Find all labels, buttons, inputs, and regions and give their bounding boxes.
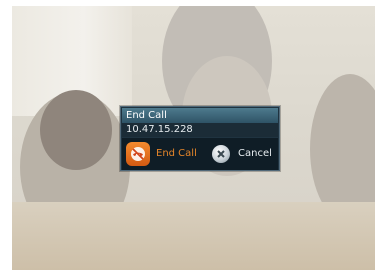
- person-left-hair: [40, 90, 112, 170]
- phone-hangup-icon: [126, 142, 150, 166]
- end-call-button[interactable]: End Call: [126, 141, 198, 167]
- conference-table: [12, 202, 375, 270]
- remote-address: 10.47.15.228: [122, 123, 278, 137]
- cancel-label: Cancel: [238, 148, 272, 159]
- cancel-x-icon: [212, 145, 230, 163]
- cancel-button[interactable]: Cancel: [212, 143, 276, 165]
- screen: End Call 10.47.15.228 End Call Cancel: [0, 0, 375, 273]
- dialog-title: End Call: [122, 108, 278, 123]
- end-call-label: End Call: [156, 148, 197, 159]
- dialog-actions: End Call Cancel: [122, 138, 278, 170]
- end-call-dialog: End Call 10.47.15.228 End Call Cancel: [120, 106, 280, 171]
